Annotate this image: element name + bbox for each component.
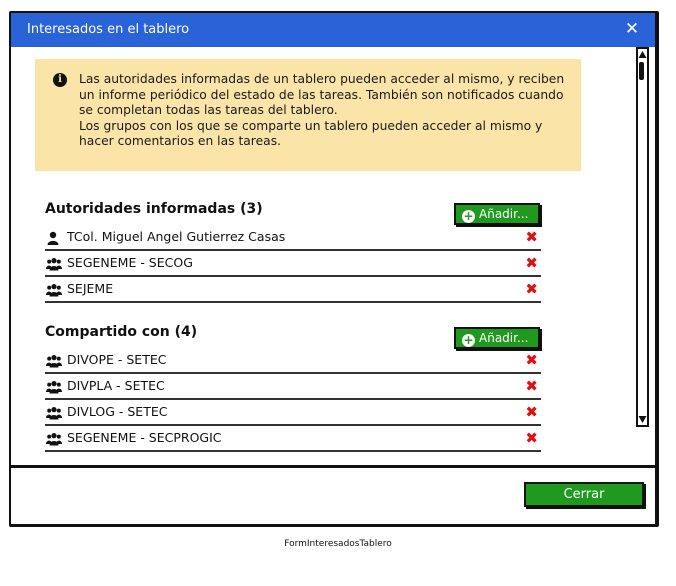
- list-item-label: SEJEME: [67, 281, 114, 296]
- dialog-window: Interesados en el tablero ✕ i Las autori…: [9, 11, 659, 527]
- list-item-label: SEGENEME - SECOG: [67, 255, 193, 270]
- delete-icon[interactable]: ✖: [525, 255, 538, 271]
- list-item-label: SEGENEME - SECPROGIC: [67, 430, 222, 445]
- list-item: DIVOPE - SETEC ✖: [45, 348, 541, 374]
- group-icon: [46, 256, 62, 271]
- delete-icon[interactable]: ✖: [525, 281, 538, 297]
- list-item-label: DIVLOG - SETEC: [67, 404, 168, 419]
- scrollbar-thumb[interactable]: [639, 62, 644, 80]
- user-icon: [46, 230, 62, 245]
- delete-icon[interactable]: ✖: [525, 404, 538, 420]
- plus-circle-icon: +: [462, 333, 475, 347]
- shared-list: DIVOPE - SETEC ✖ DIVPLA - SETEC ✖ DIVLOG - S…: [45, 348, 541, 452]
- add-authority-button[interactable]: + Añadir...: [454, 203, 540, 225]
- form-caption: FormInteresadosTablero: [284, 539, 392, 549]
- list-item-label: TCol. Miguel Angel Gutierrez Casas: [67, 229, 286, 244]
- info-box: i Las autoridades informadas de un table…: [35, 59, 581, 171]
- info-paragraph-2: Los grupos con los que se comparte un ta…: [79, 118, 543, 149]
- list-item: DIVLOG - SETEC ✖: [45, 400, 541, 426]
- scroll-up-icon[interactable]: [638, 50, 647, 60]
- list-item: SEGENEME - SECPROGIC ✖: [45, 426, 541, 452]
- delete-icon[interactable]: ✖: [525, 430, 538, 446]
- close-button[interactable]: Cerrar: [524, 482, 644, 507]
- delete-icon[interactable]: ✖: [525, 352, 538, 368]
- scroll-down-icon[interactable]: [638, 414, 647, 424]
- dialog-content: i Las autoridades informadas de un table…: [11, 47, 655, 465]
- add-shared-button[interactable]: + Añadir...: [454, 327, 540, 349]
- delete-icon[interactable]: ✖: [525, 229, 538, 245]
- list-item: DIVPLA - SETEC ✖: [45, 374, 541, 400]
- info-icon: i: [53, 73, 67, 87]
- group-icon: [46, 431, 62, 446]
- dialog-title: Interesados en el tablero: [27, 22, 190, 37]
- add-shared-label: Añadir...: [479, 331, 529, 345]
- add-authority-label: Añadir...: [479, 207, 529, 221]
- list-item: SEJEME ✖: [45, 277, 541, 303]
- group-icon: [46, 379, 62, 394]
- list-item-label: DIVOPE - SETEC: [67, 352, 167, 367]
- list-item: SEGENEME - SECOG ✖: [45, 251, 541, 277]
- shared-title: Compartido con (4): [45, 324, 198, 340]
- close-icon[interactable]: ✕: [623, 20, 641, 38]
- vertical-scrollbar[interactable]: [636, 47, 649, 427]
- list-item: TCol. Miguel Angel Gutierrez Casas ✖: [45, 225, 541, 251]
- info-paragraph-1: Las autoridades informadas de un tablero…: [79, 72, 565, 118]
- list-item-label: DIVPLA - SETEC: [67, 378, 165, 393]
- authorities-title: Autoridades informadas (3): [45, 201, 263, 217]
- footer-divider: [11, 465, 655, 468]
- group-icon: [46, 405, 62, 420]
- group-icon: [46, 282, 62, 297]
- group-icon: [46, 353, 62, 368]
- delete-icon[interactable]: ✖: [525, 378, 538, 394]
- plus-circle-icon: +: [462, 209, 475, 223]
- dialog-titlebar: Interesados en el tablero ✕: [11, 13, 655, 47]
- authorities-list: TCol. Miguel Angel Gutierrez Casas ✖ SEGEN…: [45, 225, 541, 303]
